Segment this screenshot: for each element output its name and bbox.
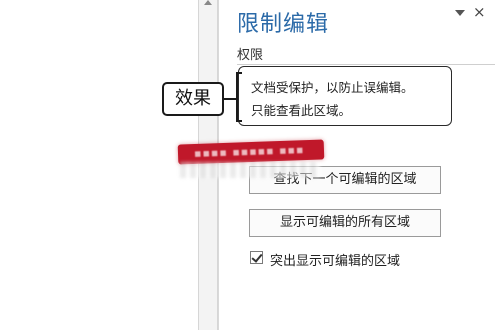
highlight-regions-checkbox[interactable] — [250, 251, 263, 264]
protection-info-box: 文档受保护，以防止误编辑。 只能查看此区域。 — [238, 66, 452, 126]
callout-bracket — [236, 72, 242, 122]
watermark-stamp-text: ▪▪▪▪ ▪▪▪▪▪ ▪▪▪ — [193, 143, 305, 160]
permissions-label: 权限 — [237, 48, 264, 63]
info-line-protected: 文档受保护，以防止误编辑。 — [251, 80, 414, 95]
watermark-blur — [180, 162, 320, 178]
close-icon[interactable]: × — [473, 4, 486, 20]
highlight-regions-label: 突出显示可编辑的区域 — [270, 254, 401, 269]
document-area — [0, 0, 198, 330]
pane-title: 限制编辑 — [237, 12, 330, 37]
effect-callout: 效果 — [162, 82, 224, 116]
pane-dropdown-icon[interactable] — [455, 10, 465, 16]
scroll-up-icon[interactable] — [204, 0, 212, 5]
checkmark-icon — [251, 251, 263, 263]
section-divider — [237, 64, 495, 65]
info-line-view-only: 只能查看此区域。 — [251, 103, 352, 118]
show-all-regions-button[interactable]: 显示可编辑的所有区域 — [249, 209, 441, 237]
